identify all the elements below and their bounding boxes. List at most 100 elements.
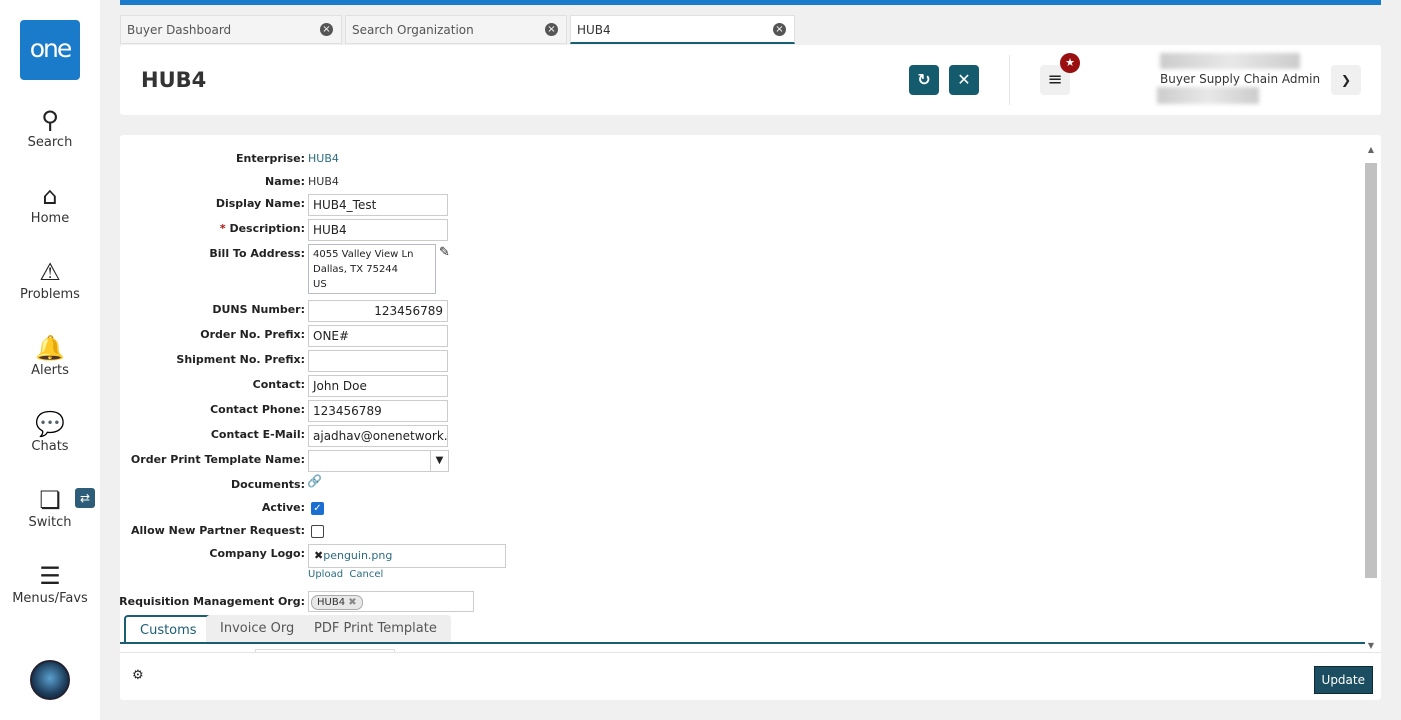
update-button[interactable]: Update <box>1313 666 1373 694</box>
page-header: HUB4 ↻ ✕ ≡ ★ Buyer Supply Chain Admin ❯ <box>120 45 1381 115</box>
one-logo[interactable]: one <box>20 20 80 80</box>
nav-home[interactable]: ⌂ Home <box>0 181 100 226</box>
star-icon: ★ <box>1060 53 1080 73</box>
label: Requisition Management Org: <box>120 595 305 608</box>
refresh-button[interactable]: ↻ <box>909 65 939 95</box>
nav-problems[interactable]: ⚠ Problems <box>0 257 100 302</box>
close-icon[interactable]: × <box>773 23 786 36</box>
close-icon[interactable]: × <box>545 23 558 36</box>
redacted-org-name <box>1157 87 1259 104</box>
logo-actions: Upload Cancel <box>308 569 383 580</box>
nav-alerts[interactable]: 🔔 Alerts <box>0 333 100 378</box>
menu-icon: ☰ <box>39 562 61 590</box>
active-checkbox[interactable]: ✓ <box>311 502 324 515</box>
nav-label: Switch <box>28 515 72 530</box>
label: Documents: <box>231 478 305 491</box>
logo-file-link[interactable]: penguin.png <box>323 549 392 562</box>
label: Order No. Prefix: <box>200 328 305 341</box>
label: Contact: <box>252 378 305 391</box>
name-value: HUB4 <box>308 175 339 188</box>
home-icon: ⌂ <box>42 182 58 210</box>
address-line: 4055 Valley View Ln <box>313 249 414 260</box>
page-title: HUB4 <box>141 68 207 92</box>
scroll-up-icon[interactable]: ▲ <box>1365 145 1377 154</box>
label: Allow New Partner Request: <box>131 524 305 537</box>
address-line: US <box>313 279 327 290</box>
tab-search-organization[interactable]: Search Organization × <box>345 15 567 44</box>
label: Bill To Address: <box>209 247 305 260</box>
bill-to-address-box[interactable]: 4055 Valley View Ln Dallas, TX 75244 US <box>308 244 436 294</box>
upload-link[interactable]: Upload <box>308 569 343 580</box>
tab-label: Buyer Dashboard <box>127 23 232 37</box>
requisition-org-input[interactable]: HUB4 ✖ <box>308 591 474 612</box>
top-accent-bar <box>120 0 1381 5</box>
label: Display Name: <box>215 197 305 210</box>
label: Contact Phone: <box>210 403 305 416</box>
description-input[interactable]: HUB4 <box>308 219 448 241</box>
remove-icon[interactable]: ✖ <box>314 549 323 562</box>
nav-label: Alerts <box>31 363 69 378</box>
tag-label: HUB4 <box>317 597 346 608</box>
link-icon[interactable]: 🔗 <box>307 474 322 488</box>
tab-underline <box>120 642 1365 644</box>
required-marker: * <box>219 222 226 235</box>
print-template-select[interactable]: ▼ <box>308 450 449 472</box>
contact-phone-input[interactable]: 123456789 <box>308 400 448 422</box>
warning-icon: ⚠ <box>39 258 61 286</box>
redacted-user-name <box>1160 53 1300 69</box>
swap-icon[interactable]: ⇄ <box>75 488 95 508</box>
sidebar: one ⚲ Search ⌂ Home ⚠ Problems 🔔 Alerts 💬 Cha… <box>0 0 100 720</box>
address-line: Dallas, TX 75244 <box>313 264 399 275</box>
scroll-thumb[interactable] <box>1365 163 1377 578</box>
nav-search[interactable]: ⚲ Search <box>0 105 100 150</box>
nav-label: Chats <box>31 439 69 454</box>
cancel-link[interactable]: Cancel <box>349 569 383 580</box>
display-name-input[interactable]: HUB4_Test <box>308 194 448 216</box>
label: Enterprise: <box>236 152 305 165</box>
remove-tag-icon[interactable]: ✖ <box>348 597 356 608</box>
nav-label: Search <box>27 135 73 150</box>
user-avatar[interactable] <box>30 660 70 700</box>
settings-icon[interactable]: ⚙ <box>132 668 144 683</box>
divider <box>1009 55 1010 105</box>
contact-email-input[interactable]: ajadhav@onenetwork.c <box>308 425 448 447</box>
tab-label: Search Organization <box>352 23 474 37</box>
scroll-down-icon[interactable]: ▼ <box>1365 641 1377 650</box>
label: * Description: <box>220 222 305 235</box>
bell-icon: 🔔 <box>35 334 65 362</box>
tab-label: HUB4 <box>577 23 611 37</box>
user-role: Buyer Supply Chain Admin <box>1160 72 1321 86</box>
edit-icon[interactable]: ✎ <box>439 245 450 260</box>
label: Active: <box>261 501 305 514</box>
nav-chats[interactable]: 💬 Chats <box>0 409 100 454</box>
search-icon: ⚲ <box>41 106 59 134</box>
form-panel: Enterprise: HUB4 Name: HUB4 Display Name… <box>120 135 1381 700</box>
chevron-down-icon[interactable]: ▼ <box>430 451 448 471</box>
scrollbar[interactable]: ▲ ▼ <box>1365 145 1377 650</box>
label: Company Logo: <box>209 547 305 560</box>
close-button[interactable]: ✕ <box>949 65 979 95</box>
tab-hub4[interactable]: HUB4 × <box>570 15 795 44</box>
shipment-prefix-input[interactable] <box>308 350 448 372</box>
chat-icon: 💬 <box>35 410 65 438</box>
close-icon[interactable]: × <box>320 23 333 36</box>
nav-menus[interactable]: ☰ Menus/Favs <box>0 561 100 606</box>
duns-input[interactable]: 123456789 <box>308 300 448 322</box>
label: DUNS Number: <box>212 303 305 316</box>
tab-invoice-org[interactable]: Invoice Org <box>206 615 309 643</box>
tab-customs[interactable]: Customs <box>124 615 213 643</box>
enterprise-value: HUB4 <box>308 152 339 165</box>
label: Order Print Template Name: <box>130 453 305 466</box>
chevron-down-icon[interactable]: ❯ <box>1331 65 1361 95</box>
tab-buyer-dashboard[interactable]: Buyer Dashboard × <box>120 15 342 44</box>
tab-pdf-print-template[interactable]: PDF Print Template <box>300 615 451 643</box>
nav-label: Problems <box>20 287 80 302</box>
allow-partner-checkbox[interactable] <box>311 525 324 538</box>
label: Contact E-Mail: <box>210 428 305 441</box>
label-text: Description: <box>229 222 305 235</box>
contact-input[interactable]: John Doe <box>308 375 448 397</box>
order-prefix-input[interactable]: ONE# <box>308 325 448 347</box>
label: Name: <box>265 175 305 188</box>
company-logo-field: ✖penguin.png <box>308 544 506 568</box>
nav-label: Menus/Favs <box>12 591 88 606</box>
